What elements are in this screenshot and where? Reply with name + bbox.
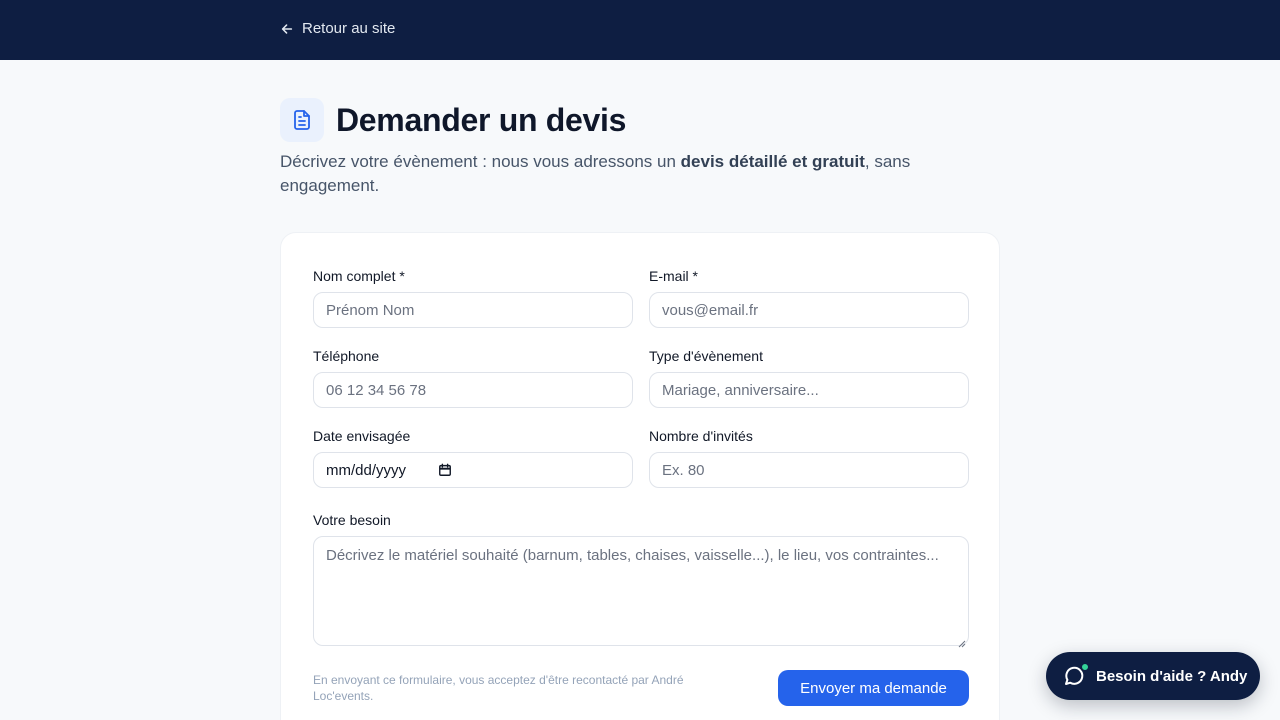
chat-bubble-icon	[1062, 662, 1090, 688]
consent-notice: En envoyant ce formulaire, vous acceptez…	[313, 673, 684, 703]
event-type-input[interactable]	[649, 372, 969, 408]
need-label: Votre besoin	[313, 512, 391, 528]
phone-field-group: Téléphone	[313, 348, 633, 408]
help-chat-button[interactable]: Besoin d'aide ? Andy	[1046, 652, 1260, 700]
subtitle-emphasis: devis détaillé et gratuit	[680, 152, 865, 171]
back-link-label: Retour au site	[302, 20, 396, 37]
date-input-value: mm/dd/yyyy	[326, 461, 407, 479]
arrow-left-icon	[281, 23, 293, 34]
help-chat-label: Besoin d'aide ? Andy	[1096, 667, 1248, 685]
name-field-group: Nom complet *	[313, 268, 633, 328]
email-input[interactable]	[649, 292, 969, 328]
page-title: Demander un devis	[336, 101, 627, 138]
event-type-label: Type d'évènement	[649, 348, 763, 364]
title-row: Demander un devis	[280, 98, 1000, 142]
need-textarea-wrap	[313, 536, 969, 651]
online-status-dot	[1080, 662, 1090, 672]
quote-request-form: Nom complet * E-mail * Téléphone Type d'…	[280, 232, 1000, 720]
email-label: E-mail *	[649, 268, 699, 284]
back-to-site-link[interactable]: Retour au site	[280, 20, 395, 37]
name-input[interactable]	[313, 292, 633, 328]
guests-input[interactable]	[649, 452, 969, 488]
guests-field-group: Nombre d'invités	[649, 428, 969, 488]
date-label: Date envisagée	[313, 428, 411, 444]
submit-request-button[interactable]: Envoyer ma demande	[778, 670, 969, 706]
subtitle-text-start: Décrivez votre évènement : nous vous adr…	[280, 152, 681, 171]
calendar-icon[interactable]	[438, 463, 452, 477]
resize-handle-icon[interactable]	[958, 640, 966, 648]
top-bar: Retour au site	[0, 0, 1280, 60]
date-field-group: Date envisagée mm/dd/yyyy	[313, 428, 633, 488]
phone-label: Téléphone	[313, 348, 380, 364]
event-type-field-group: Type d'évènement	[649, 348, 969, 408]
page-subtitle: Décrivez votre évènement : nous vous adr…	[280, 150, 960, 198]
phone-input[interactable]	[313, 372, 633, 408]
need-textarea[interactable]	[313, 536, 969, 646]
guests-label: Nombre d'invités	[649, 428, 753, 444]
document-icon	[280, 98, 324, 142]
name-label: Nom complet *	[313, 268, 405, 284]
need-field-group: Votre besoin	[313, 512, 969, 651]
page-header: Demander un devis Décrivez votre évèneme…	[280, 98, 1000, 198]
date-input[interactable]: mm/dd/yyyy	[313, 452, 633, 488]
email-field-group: E-mail *	[649, 268, 969, 328]
